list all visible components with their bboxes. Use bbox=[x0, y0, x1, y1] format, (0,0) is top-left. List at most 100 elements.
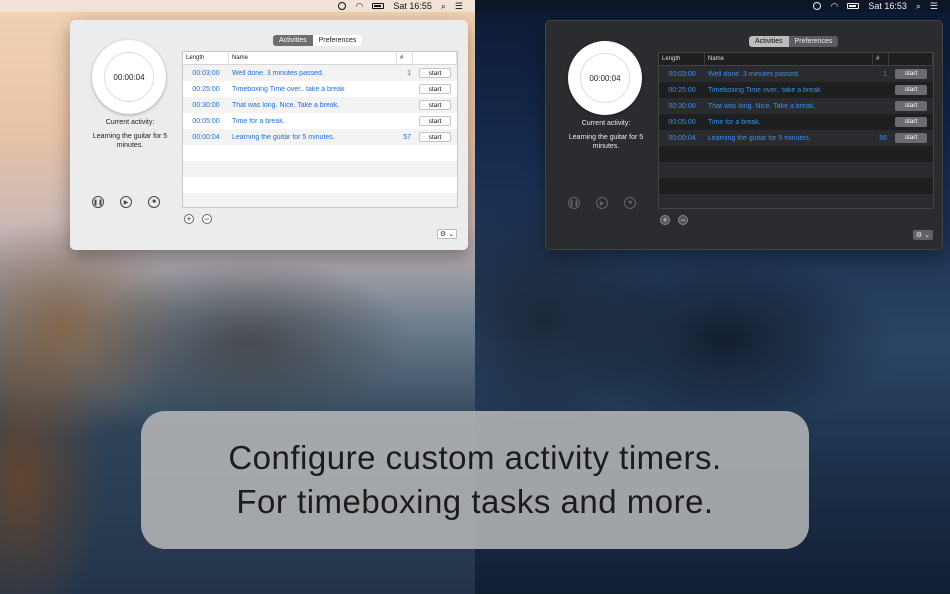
menu-bar: ◠ Sat 16:55 ⌕ ☰ bbox=[0, 0, 475, 12]
clock-icon[interactable] bbox=[813, 2, 822, 10]
pause-icon[interactable]: ❚❚ bbox=[568, 197, 580, 209]
empty-row bbox=[659, 162, 933, 178]
banner-line-1: Configure custom activity timers. bbox=[228, 439, 722, 476]
activities-table: Length Name # 00:03:00 Well done. 3 minut… bbox=[658, 52, 934, 209]
row-name: Timeboxing Time over.. take a break bbox=[232, 85, 345, 93]
timer-controls: ❚❚ ▶ ■ bbox=[92, 196, 160, 208]
table-row[interactable]: 00:25:00 Timeboxing Time over.. take a br… bbox=[183, 81, 457, 97]
start-button[interactable]: start bbox=[895, 117, 927, 127]
row-length: 00:25:00 bbox=[192, 85, 220, 93]
timer-display: 00:00:04 bbox=[92, 40, 166, 114]
column-action bbox=[413, 52, 457, 64]
list-icon[interactable]: ☰ bbox=[455, 0, 463, 12]
column-length[interactable]: Length bbox=[659, 53, 705, 65]
settings-menu-button[interactable]: ⚙ ⌄ bbox=[913, 230, 933, 240]
empty-row bbox=[659, 178, 933, 194]
row-length: 00:00:04 bbox=[192, 133, 220, 141]
table-row[interactable]: 00:00:04 Learning the guitar for 5 minute… bbox=[183, 129, 457, 145]
row-count: 57 bbox=[403, 133, 411, 141]
marketing-banner: Configure custom activity timers. For ti… bbox=[141, 411, 809, 549]
wifi-icon[interactable]: ◠ bbox=[355, 0, 363, 12]
timer-value: 00:00:04 bbox=[104, 52, 154, 102]
tab-control: Activities Preferences bbox=[273, 35, 363, 46]
tab-activities[interactable]: Activities bbox=[749, 36, 789, 47]
list-icon[interactable]: ☰ bbox=[930, 0, 938, 12]
chevron-down-icon: ⌄ bbox=[924, 232, 931, 239]
menu-bar-time[interactable]: Sat 16:53 bbox=[868, 1, 907, 11]
app-popover-window: 00:00:04 Current activity: Learning the … bbox=[70, 20, 468, 250]
row-name: Well done. 3 minutes passed. bbox=[232, 69, 324, 77]
table-row[interactable]: 00:00:04 Learning the guitar for 5 minute… bbox=[659, 130, 933, 146]
row-length: 00:00:04 bbox=[668, 134, 696, 142]
table-edit-controls: + − bbox=[184, 214, 212, 224]
table-row[interactable]: 00:05:00 Time for a break. start bbox=[659, 114, 933, 130]
row-name: Well done. 3 minutes passed. bbox=[708, 70, 800, 78]
start-button[interactable]: start bbox=[419, 116, 451, 126]
row-length: 00:05:00 bbox=[192, 117, 220, 125]
clock-icon[interactable] bbox=[338, 2, 347, 10]
row-name: That was long. Nice. Take a break. bbox=[232, 101, 340, 109]
table-row[interactable]: 00:03:00 Well done. 3 minutes passed. 1 sta… bbox=[183, 65, 457, 81]
row-name: Learning the guitar for 5 minutes. bbox=[708, 134, 811, 142]
settings-menu-button[interactable]: ⚙ ⌄ bbox=[437, 229, 457, 239]
start-button[interactable]: start bbox=[895, 69, 927, 79]
table-header: Length Name # bbox=[659, 53, 933, 66]
menu-bar: ◠ Sat 16:53 ⌕ ☰ bbox=[475, 0, 950, 12]
pause-icon[interactable]: ❚❚ bbox=[92, 196, 104, 208]
gear-icon: ⚙ bbox=[439, 231, 447, 238]
stop-icon[interactable]: ■ bbox=[148, 196, 160, 208]
row-name: Timeboxing Time over.. take a break bbox=[708, 86, 821, 94]
row-length: 00:03:00 bbox=[192, 69, 220, 77]
table-row[interactable]: 00:30:00 That was long. Nice. Take a brea… bbox=[183, 97, 457, 113]
empty-row bbox=[183, 177, 457, 193]
start-button[interactable]: start bbox=[419, 68, 451, 78]
table-header: Length Name # bbox=[183, 52, 457, 65]
stop-icon[interactable]: ■ bbox=[624, 197, 636, 209]
column-count[interactable]: # bbox=[397, 52, 413, 64]
start-button[interactable]: start bbox=[895, 85, 927, 95]
tab-activities[interactable]: Activities bbox=[273, 35, 313, 46]
empty-row bbox=[659, 194, 933, 208]
row-name: Learning the guitar for 5 minutes. bbox=[232, 133, 335, 141]
start-button[interactable]: start bbox=[419, 84, 451, 94]
row-length: 00:25:00 bbox=[668, 86, 696, 94]
timer-value: 00:00:04 bbox=[580, 53, 630, 103]
remove-icon[interactable]: − bbox=[202, 214, 212, 224]
tab-control: Activities Preferences bbox=[749, 36, 839, 47]
start-button[interactable]: start bbox=[895, 133, 927, 143]
start-button[interactable]: start bbox=[895, 101, 927, 111]
app-popover-window: 00:00:04 Current activity: Learning the … bbox=[545, 20, 943, 250]
row-length: 00:30:00 bbox=[192, 101, 220, 109]
wifi-icon[interactable]: ◠ bbox=[830, 0, 838, 12]
play-icon[interactable]: ▶ bbox=[120, 196, 132, 208]
row-name: Time for a break. bbox=[232, 117, 285, 125]
start-button[interactable]: start bbox=[419, 100, 451, 110]
row-length: 00:05:00 bbox=[668, 118, 696, 126]
tab-preferences[interactable]: Preferences bbox=[312, 35, 363, 46]
column-count[interactable]: # bbox=[873, 53, 889, 65]
menu-bar-time[interactable]: Sat 16:55 bbox=[393, 1, 432, 11]
search-icon[interactable]: ⌕ bbox=[916, 0, 921, 12]
add-icon[interactable]: + bbox=[184, 214, 194, 224]
table-row[interactable]: 00:03:00 Well done. 3 minutes passed. 1 sta… bbox=[659, 66, 933, 82]
column-name[interactable]: Name bbox=[229, 52, 397, 64]
battery-icon[interactable] bbox=[847, 3, 860, 9]
row-length: 00:03:00 bbox=[668, 70, 696, 78]
row-count: 56 bbox=[879, 134, 887, 142]
play-icon[interactable]: ▶ bbox=[596, 197, 608, 209]
row-name: Time for a break. bbox=[708, 118, 761, 126]
search-icon[interactable]: ⌕ bbox=[441, 0, 446, 12]
timer-controls: ❚❚ ▶ ■ bbox=[568, 197, 636, 209]
column-name[interactable]: Name bbox=[705, 53, 873, 65]
column-length[interactable]: Length bbox=[183, 52, 229, 64]
table-row[interactable]: 00:25:00 Timeboxing Time over.. take a br… bbox=[659, 82, 933, 98]
empty-row bbox=[183, 145, 457, 161]
table-row[interactable]: 00:05:00 Time for a break. start bbox=[183, 113, 457, 129]
start-button[interactable]: start bbox=[419, 132, 451, 142]
tab-preferences[interactable]: Preferences bbox=[788, 36, 839, 47]
remove-icon[interactable]: − bbox=[678, 215, 688, 225]
battery-icon[interactable] bbox=[372, 3, 385, 9]
empty-row bbox=[183, 161, 457, 177]
add-icon[interactable]: + bbox=[660, 215, 670, 225]
table-row[interactable]: 00:30:00 That was long. Nice. Take a brea… bbox=[659, 98, 933, 114]
